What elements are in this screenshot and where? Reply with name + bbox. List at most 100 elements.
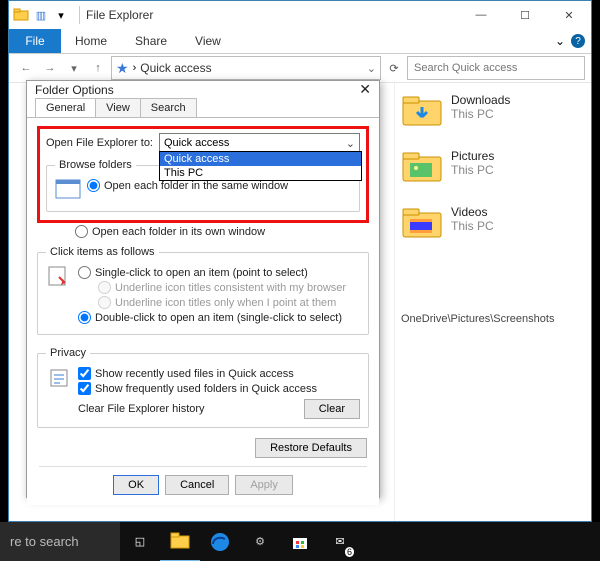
clear-button[interactable]: Clear [304, 399, 360, 419]
dialog-close-button[interactable]: ✕ [359, 81, 371, 98]
highlighted-area: Open File Explorer to: Quick access ⌄ Qu… [37, 126, 369, 223]
nav-recent-dropdown[interactable]: ▾ [63, 57, 85, 79]
content-right: Downloads This PC Pictures This PC Vid [395, 83, 591, 521]
qa-dropdown-icon[interactable]: ▾ [53, 7, 69, 23]
nav-forward-button[interactable]: → [39, 57, 61, 79]
ribbon-share-tab[interactable]: Share [121, 29, 181, 53]
browse-folders-legend: Browse folders [55, 159, 136, 171]
address-bar[interactable]: ★ › Quick access ⌄ [111, 56, 381, 80]
radio-own-window[interactable] [75, 225, 88, 238]
titlebar: ▥ ▾ File Explorer ― ☐ ✕ [9, 1, 591, 29]
radio-single-click[interactable] [78, 266, 91, 279]
ribbon: File Home Share View ⌄ ? [9, 29, 591, 54]
help-icon[interactable]: ? [571, 34, 585, 48]
taskbar: re to search ◱ ⚙ ✉6 [0, 522, 600, 561]
dialog-body: Open File Explorer to: Quick access ⌄ Qu… [27, 117, 379, 505]
click-items-legend: Click items as follows [46, 246, 159, 258]
cancel-button[interactable]: Cancel [165, 475, 229, 495]
task-view-button[interactable]: ◱ [120, 522, 160, 561]
library-videos[interactable]: Videos This PC [401, 205, 585, 243]
status-path: OneDrive\Pictures\Screenshots [401, 313, 585, 325]
pictures-icon [401, 149, 443, 187]
radio-same-window-label: Open each folder in the same window [104, 180, 288, 192]
search-box[interactable] [407, 56, 585, 80]
minimize-button[interactable]: ― [459, 1, 503, 29]
radio-own-window-label: Open each folder in its own window [92, 226, 265, 238]
search-input[interactable] [412, 61, 580, 75]
privacy-legend: Privacy [46, 347, 90, 359]
taskbar-search[interactable]: re to search [0, 522, 120, 561]
window-title: File Explorer [86, 8, 153, 22]
address-text: Quick access [140, 61, 211, 75]
quick-access-star-icon: ★ [116, 60, 129, 77]
open-explorer-combo[interactable]: Quick access ⌄ Quick access This PC [159, 133, 360, 153]
radio-double-click-row[interactable]: Double-click to open an item (single-cli… [78, 311, 360, 324]
taskbar-edge-icon[interactable] [200, 522, 240, 561]
radio-double-click[interactable] [78, 311, 91, 324]
tab-view[interactable]: View [95, 98, 141, 117]
radio-single-click-label: Single-click to open an item (point to s… [95, 267, 308, 279]
library-downloads[interactable]: Downloads This PC [401, 93, 585, 131]
qa-pin-icon[interactable]: ▥ [33, 7, 49, 23]
check-recent-files-label: Show recently used files in Quick access [95, 368, 294, 380]
refresh-button[interactable]: ⟳ [383, 57, 405, 79]
radio-same-window[interactable] [87, 179, 100, 192]
ribbon-view-tab[interactable]: View [181, 29, 235, 53]
taskbar-mail-icon[interactable]: ✉6 [320, 522, 360, 561]
address-dropdown-icon[interactable]: ⌄ [367, 62, 376, 75]
ribbon-file-tab[interactable]: File [9, 29, 61, 53]
browse-folders-icon [55, 177, 81, 203]
folder-options-dialog: Folder Options ✕ General View Search Ope… [26, 80, 380, 498]
close-button[interactable]: ✕ [547, 1, 591, 29]
ribbon-expand-icon[interactable]: ⌄ [555, 34, 565, 48]
separator [79, 6, 80, 24]
radio-own-window-row[interactable]: Open each folder in its own window [75, 225, 369, 238]
check-recent-files-row[interactable]: Show recently used files in Quick access [78, 367, 360, 380]
downloads-loc: This PC [451, 107, 510, 121]
radio-underline-point-row: Underline icon titles only when I point … [98, 296, 360, 309]
radio-underline-point [98, 296, 111, 309]
privacy-icon [46, 365, 72, 391]
downloads-name: Downloads [451, 93, 510, 107]
combo-option-quick-access[interactable]: Quick access [160, 152, 361, 166]
downloads-icon [401, 93, 443, 131]
combo-option-this-pc[interactable]: This PC [160, 166, 361, 180]
nav-up-button[interactable]: ↑ [87, 57, 109, 79]
taskbar-store-icon[interactable] [280, 522, 320, 561]
apply-button[interactable]: Apply [235, 475, 293, 495]
videos-icon [401, 205, 443, 243]
combo-dropdown-list: Quick access This PC [159, 151, 362, 181]
ribbon-home-tab[interactable]: Home [61, 29, 121, 53]
combo-selected-text: Quick access [164, 137, 229, 149]
radio-underline-browser-label: Underline icon titles consistent with my… [115, 282, 346, 294]
address-row: ← → ▾ ↑ ★ › Quick access ⌄ ⟳ [9, 54, 591, 83]
check-freq-folders-row[interactable]: Show frequently used folders in Quick ac… [78, 382, 360, 395]
check-freq-folders-label: Show frequently used folders in Quick ac… [95, 383, 317, 395]
dialog-tabs: General View Search [27, 98, 379, 117]
nav-back-button[interactable]: ← [15, 57, 37, 79]
dialog-titlebar: Folder Options ✕ [27, 81, 379, 98]
maximize-button[interactable]: ☐ [503, 1, 547, 29]
click-items-icon [46, 264, 72, 290]
library-pictures[interactable]: Pictures This PC [401, 149, 585, 187]
radio-underline-browser [98, 281, 111, 294]
pictures-name: Pictures [451, 149, 494, 163]
dialog-title: Folder Options [35, 83, 114, 97]
radio-underline-point-label: Underline icon titles only when I point … [115, 297, 336, 309]
check-recent-files[interactable] [78, 367, 91, 380]
clear-history-label: Clear File Explorer history [78, 403, 205, 415]
radio-double-click-label: Double-click to open an item (single-cli… [95, 312, 342, 324]
pictures-loc: This PC [451, 163, 494, 177]
restore-defaults-button[interactable]: Restore Defaults [255, 438, 367, 458]
explorer-icon [13, 7, 29, 23]
videos-name: Videos [451, 205, 494, 219]
check-freq-folders[interactable] [78, 382, 91, 395]
taskbar-explorer-icon[interactable] [160, 521, 200, 561]
videos-loc: This PC [451, 219, 494, 233]
tab-general[interactable]: General [35, 98, 96, 117]
radio-single-click-row[interactable]: Single-click to open an item (point to s… [78, 266, 360, 279]
ok-button[interactable]: OK [113, 475, 159, 495]
taskbar-settings-icon[interactable]: ⚙ [240, 522, 280, 561]
tab-search[interactable]: Search [140, 98, 197, 117]
address-separator: › [133, 62, 137, 74]
